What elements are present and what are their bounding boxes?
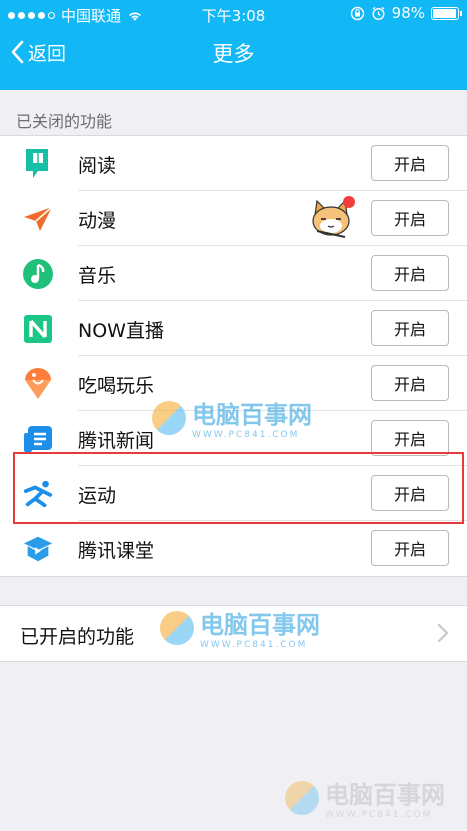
- running-icon: [22, 478, 54, 510]
- enable-music-button[interactable]: 开启: [371, 255, 449, 291]
- enable-tencent-news-button[interactable]: 开启: [371, 420, 449, 456]
- page-title: 更多: [212, 42, 255, 66]
- news-icon: [22, 423, 54, 455]
- paper-plane-icon: [22, 203, 54, 235]
- battery-percent: 98%: [391, 4, 425, 22]
- cat-mascot-image: [309, 193, 357, 243]
- enable-now-live-button[interactable]: 开启: [371, 310, 449, 346]
- music-note-icon: [22, 258, 54, 290]
- feature-label: 吃喝玩乐: [78, 375, 155, 397]
- feature-row-comics: 动漫 开启: [0, 191, 467, 246]
- classroom-icon: [22, 533, 54, 565]
- watermark-subtext: WWW.PC841.COM: [325, 810, 433, 820]
- watermark-logo-icon: [285, 780, 319, 815]
- chevron-right-icon: [437, 623, 449, 643]
- feature-row-food-fun: 吃喝玩乐 开启: [0, 356, 467, 411]
- feature-row-music: 音乐 开启: [0, 246, 467, 301]
- enable-sports-button[interactable]: 开启: [371, 475, 449, 511]
- watermark-text: 电脑百事网: [325, 781, 445, 809]
- ice-cream-icon: [22, 368, 54, 400]
- feature-row-now-live: NOW直播 开启: [0, 301, 467, 356]
- now-live-icon: [22, 313, 54, 345]
- feature-row-sports: 运动 开启: [0, 466, 467, 521]
- feature-row-reading: 阅读 开启: [0, 136, 467, 191]
- feature-label: 阅读: [78, 155, 117, 177]
- feature-label: 腾讯新闻: [78, 430, 155, 452]
- orientation-lock-icon: [350, 6, 364, 20]
- enabled-features-label: 已开启的功能: [20, 626, 135, 648]
- top-bar: 中国联通 下午3:08 98% 返回 更多: [0, 0, 467, 90]
- alarm-icon: [372, 6, 385, 20]
- feature-row-tencent-classroom: 腾讯课堂 开启: [0, 521, 467, 576]
- enable-reading-button[interactable]: 开启: [371, 145, 449, 181]
- watermark: 电脑百事网 WWW.PC841.COM: [285, 775, 445, 820]
- feature-label: 腾讯课堂: [78, 540, 155, 562]
- feature-label: 音乐: [78, 265, 117, 287]
- feature-label: 运动: [78, 485, 117, 507]
- battery-icon: [431, 6, 462, 20]
- enable-food-fun-button[interactable]: 开启: [371, 365, 449, 401]
- closed-section-label: 已关闭的功能: [16, 112, 113, 131]
- enable-tencent-classroom-button[interactable]: 开启: [371, 530, 449, 566]
- feature-row-tencent-news: 腾讯新闻 开启: [0, 411, 467, 466]
- enable-comics-button[interactable]: 开启: [371, 200, 449, 236]
- status-bar: 中国联通 下午3:08 98%: [0, 0, 467, 28]
- enabled-features-row[interactable]: 已开启的功能: [0, 605, 467, 662]
- closed-features-list: 阅读 开启 动漫 开启 音乐 开启 NOW直播 开启 吃喝玩乐 开启 腾讯新闻 …: [0, 135, 467, 577]
- book-icon: [22, 148, 54, 180]
- feature-label: NOW直播: [78, 320, 164, 342]
- feature-label: 动漫: [78, 210, 117, 232]
- status-right: 98%: [350, 4, 462, 22]
